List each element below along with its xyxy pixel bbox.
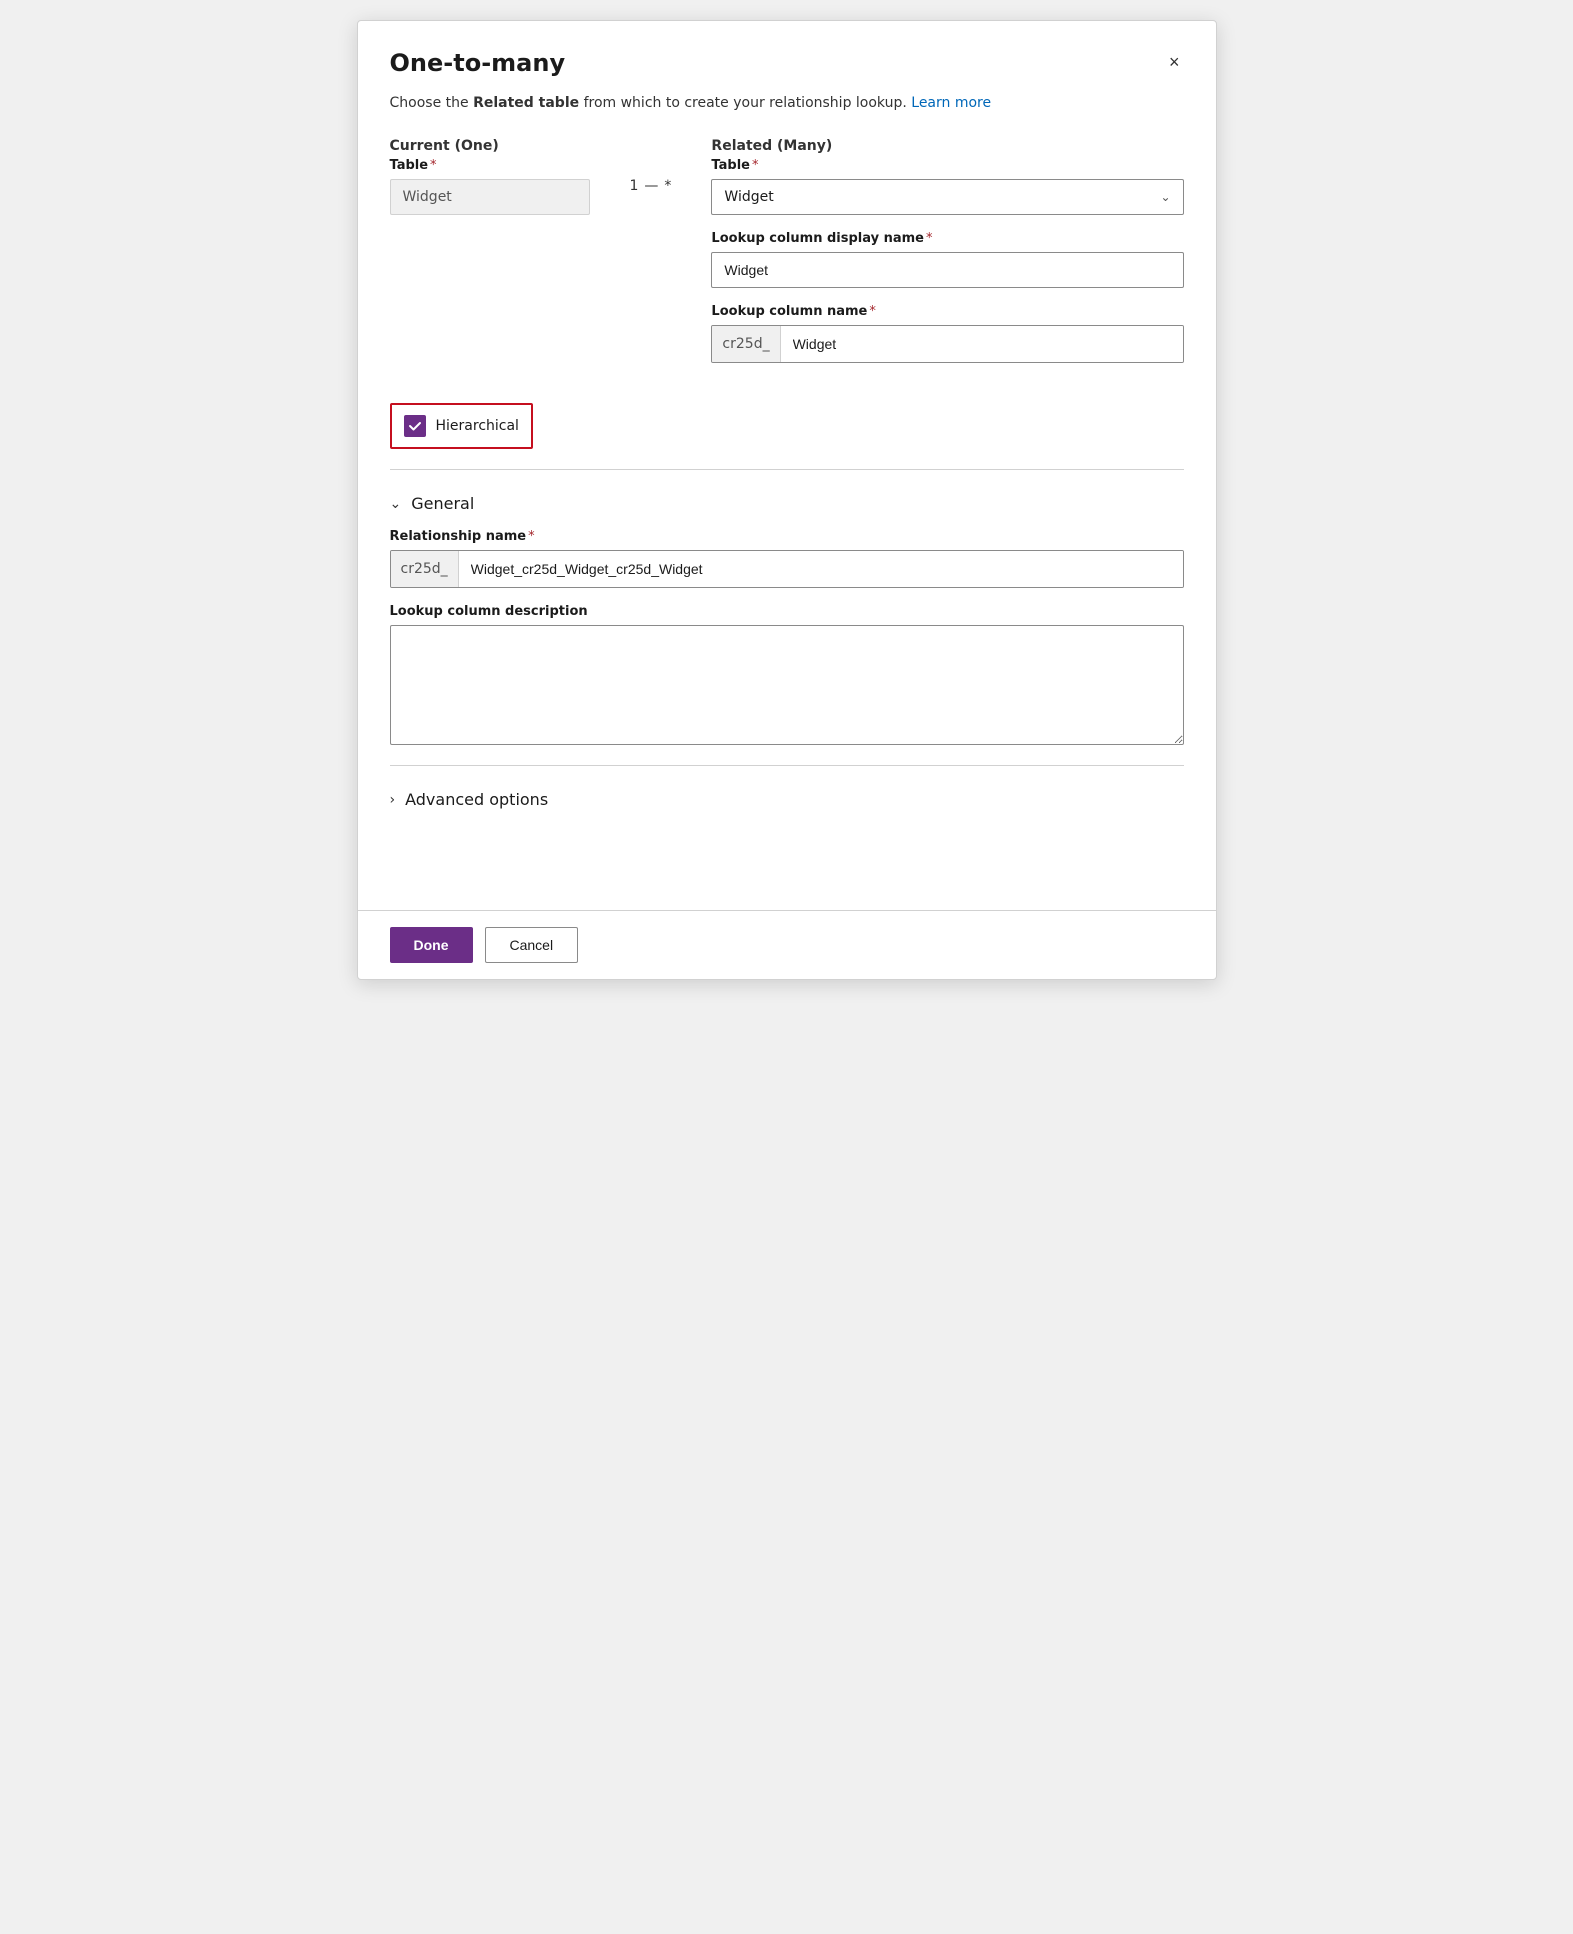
dialog-footer: Done Cancel xyxy=(358,910,1216,979)
related-table-select-value: Widget xyxy=(724,189,773,205)
connector-many: * xyxy=(664,178,671,194)
hierarchical-section: Hierarchical xyxy=(390,403,533,449)
lookup-name-required: * xyxy=(869,304,876,319)
description-bold: Related table xyxy=(473,95,579,111)
table-columns-section: Current (One) Table * Widget 1 — * xyxy=(390,138,1184,379)
hierarchical-checkbox[interactable] xyxy=(404,415,426,437)
cancel-button[interactable]: Cancel xyxy=(485,927,579,963)
current-table-field: Table * Widget xyxy=(390,158,590,215)
description-text-2: from which to create your relationship l… xyxy=(579,95,911,111)
lookup-name-label: Lookup column name * xyxy=(711,304,1183,319)
lookup-name-input-wrapper: cr25d_ xyxy=(711,325,1183,363)
description-field: Lookup column description xyxy=(390,604,1184,749)
general-section: ⌄ General Relationship name * cr25d_ Loo… xyxy=(390,486,1184,749)
connector-one: 1 xyxy=(630,178,639,194)
relationship-name-wrapper: cr25d_ xyxy=(390,550,1184,588)
current-table-value: Widget xyxy=(390,179,590,215)
relationship-name-field: Relationship name * cr25d_ xyxy=(390,529,1184,588)
relationship-name-label: Relationship name * xyxy=(390,529,1184,544)
lookup-name-field: Lookup column name * cr25d_ xyxy=(711,304,1183,363)
related-table-field: Table * Widget ⌄ xyxy=(711,158,1183,215)
lookup-display-required: * xyxy=(926,231,933,246)
current-heading: Current (One) xyxy=(390,138,590,154)
description-label: Lookup column description xyxy=(390,604,1184,619)
related-table-required: * xyxy=(752,158,759,173)
related-table-select[interactable]: Widget ⌄ xyxy=(711,179,1183,215)
dialog-body: Current (One) Table * Widget 1 — * xyxy=(358,114,1216,910)
chevron-down-icon: ⌄ xyxy=(1160,190,1170,204)
dialog-title: One-to-many xyxy=(390,49,566,77)
relationship-name-required: * xyxy=(528,529,535,544)
dialog-description: Choose the Related table from which to c… xyxy=(358,77,1216,114)
divider-2 xyxy=(390,765,1184,766)
hierarchical-label: Hierarchical xyxy=(436,418,519,434)
description-text-1: Choose the xyxy=(390,95,474,111)
advanced-chevron-icon: › xyxy=(390,792,396,808)
advanced-heading: Advanced options xyxy=(405,790,548,809)
current-table-label: Table * xyxy=(390,158,590,173)
related-table-label: Table * xyxy=(711,158,1183,173)
done-button[interactable]: Done xyxy=(390,927,473,963)
advanced-section: › Advanced options xyxy=(390,782,1184,817)
relationship-name-input[interactable] xyxy=(459,551,1183,587)
related-heading: Related (Many) xyxy=(711,138,1183,154)
description-textarea[interactable] xyxy=(390,625,1184,745)
connector-section: 1 — * xyxy=(630,138,672,194)
general-chevron-icon: ⌄ xyxy=(390,496,402,512)
advanced-collapsible-header[interactable]: › Advanced options xyxy=(390,782,1184,817)
dialog-header: One-to-many × xyxy=(358,21,1216,77)
relationship-name-prefix: cr25d_ xyxy=(391,551,459,587)
lookup-name-prefix: cr25d_ xyxy=(712,326,780,362)
lookup-display-field: Lookup column display name * xyxy=(711,231,1183,288)
related-column: Related (Many) Table * Widget ⌄ Lookup xyxy=(711,138,1183,379)
one-to-many-dialog: One-to-many × Choose the Related table f… xyxy=(357,20,1217,980)
general-heading: General xyxy=(411,494,474,513)
general-collapsible-header[interactable]: ⌄ General xyxy=(390,486,1184,521)
lookup-display-label: Lookup column display name * xyxy=(711,231,1183,246)
connector-line: 1 — * xyxy=(630,178,672,194)
current-column: Current (One) Table * Widget xyxy=(390,138,590,231)
current-table-required: * xyxy=(430,158,437,173)
learn-more-link[interactable]: Learn more xyxy=(911,95,991,111)
lookup-name-input[interactable] xyxy=(781,326,1183,362)
divider-1 xyxy=(390,469,1184,470)
connector-dash: — xyxy=(644,178,658,194)
close-button[interactable]: × xyxy=(1165,49,1184,75)
lookup-display-input[interactable] xyxy=(711,252,1183,288)
